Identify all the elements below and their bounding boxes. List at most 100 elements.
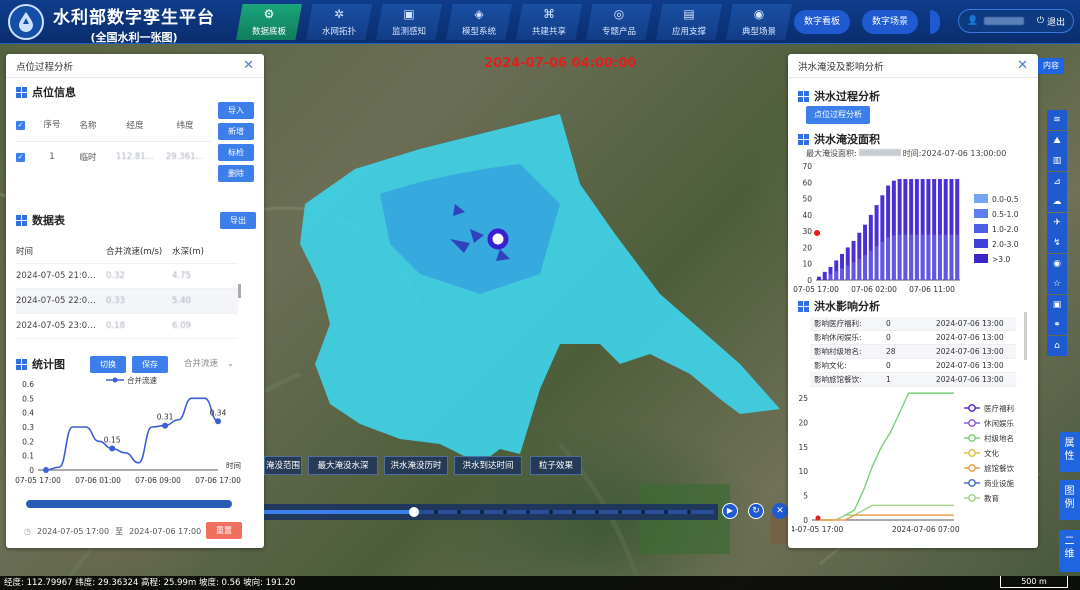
legend-tab[interactable]: 图例: [1059, 480, 1080, 520]
cell-v: 0.32: [106, 271, 125, 281]
section-icon: [798, 300, 809, 312]
nav-item-3[interactable]: ◈ 模型系统: [446, 4, 512, 40]
route-icon[interactable]: ↯: [1047, 233, 1067, 253]
nav-item-0[interactable]: ⚙ 数据底板: [236, 4, 302, 40]
table-row[interactable]: 2024-07-05 23:0… 0.18 6.09: [16, 314, 238, 339]
switch-button[interactable]: 切换: [90, 356, 126, 373]
impact-v: 0: [886, 319, 891, 328]
timeline-tick[interactable]: [572, 510, 576, 514]
terrain-icon[interactable]: ⛰: [1047, 130, 1067, 151]
layers-icon[interactable]: ≋: [1047, 110, 1067, 130]
data-point[interactable]: [162, 422, 169, 429]
impact-row: 影响旅馆餐饮: 1 2024-07-06 13:00: [810, 373, 1016, 387]
select-all-checkbox[interactable]: ✓: [16, 120, 25, 130]
refresh-icon[interactable]: ↻: [748, 503, 764, 519]
impact-row: 影响文化: 0 2024-07-06 13:00: [810, 359, 1016, 373]
close-icon[interactable]: ✕: [243, 58, 254, 73]
timeline-tick[interactable]: [480, 510, 484, 514]
plane-icon[interactable]: ✈: [1047, 212, 1067, 233]
map-btn-duration[interactable]: 洪水淹没历时: [384, 456, 448, 475]
2d-tab[interactable]: 二维: [1059, 530, 1080, 572]
delete-button[interactable]: 删除: [218, 165, 254, 182]
save-button[interactable]: 保存: [132, 356, 168, 373]
coords-readout: 经度: 112.79967 纬度: 29.36324 高程: 25.99m 坡度…: [4, 578, 296, 588]
row-checkbox[interactable]: ✓: [16, 153, 25, 162]
attribute-tab[interactable]: 属性: [1059, 432, 1080, 472]
area-bar-depth-segment: [949, 234, 954, 280]
col-lat: 纬度: [176, 120, 194, 131]
close-timeline-icon[interactable]: ✕: [772, 503, 788, 519]
eye-icon[interactable]: ◉: [1047, 253, 1067, 274]
range-slider[interactable]: [26, 500, 232, 508]
nav-item-4[interactable]: ⌘ 共建共享: [516, 4, 582, 40]
series-select[interactable]: 合并流速 ⌄: [174, 356, 240, 373]
timeline-tick[interactable]: [641, 510, 645, 514]
nav-item-2[interactable]: ▣ 监测感知: [376, 4, 442, 40]
data-point[interactable]: [109, 445, 116, 452]
compass-icon: ◎: [613, 7, 625, 21]
weather-icon[interactable]: ☁: [1047, 192, 1067, 212]
data-point[interactable]: [43, 467, 49, 473]
map-btn-arrival[interactable]: 洪水到达时间: [454, 456, 522, 475]
map-btn-particles[interactable]: 粒子效果: [530, 456, 582, 475]
point-process-button[interactable]: 点位过程分析: [806, 106, 870, 124]
timeline-handle[interactable]: [409, 507, 419, 517]
timeline[interactable]: [264, 504, 718, 520]
timeline-tick[interactable]: [526, 510, 530, 514]
timeline-tick[interactable]: [687, 510, 691, 514]
power-icon[interactable]: ⏻: [1037, 16, 1044, 26]
velocity-chart: 0 0.1 0.2 0.3 0.4 0.5 0.6 07-05 17:00 07-06 01:0…: [15, 375, 241, 485]
y-tick-label: 15: [798, 443, 808, 452]
map-btn-flood-extent[interactable]: 淹没范围: [264, 456, 302, 475]
data-point[interactable]: [215, 418, 221, 425]
export-button[interactable]: 导出: [220, 212, 256, 229]
area-bar[interactable]: [817, 276, 821, 280]
y-tick-label: 40: [802, 211, 812, 220]
nav-item-7[interactable]: ◉ 典型场景: [726, 4, 792, 40]
table-scrollbar[interactable]: [238, 284, 241, 298]
nav-item-6[interactable]: ▤ 应用支撑: [656, 4, 722, 40]
nav-item-5[interactable]: ◎ 专题产品: [586, 4, 652, 40]
y-tick-label: 0: [807, 276, 812, 285]
content-tab[interactable]: 内容: [1038, 58, 1064, 74]
impact-t: 2024-07-06 13:00: [936, 319, 1004, 328]
chart-icon[interactable]: ▥: [1047, 151, 1067, 171]
y-tick-label: 0: [29, 466, 34, 475]
map-btn-max-depth[interactable]: 最大淹没水深: [308, 456, 378, 475]
timeline-tick[interactable]: [618, 510, 622, 514]
impact-scrollbar[interactable]: [1024, 312, 1027, 360]
basket-icon[interactable]: ⌂: [1047, 335, 1067, 356]
timeline-tick[interactable]: [503, 510, 507, 514]
link-icon[interactable]: ⚭: [1047, 315, 1067, 335]
timeline-tick[interactable]: [595, 510, 599, 514]
camera-icon[interactable]: ▣: [1047, 294, 1067, 315]
star-icon[interactable]: ☆: [1047, 274, 1067, 294]
import-button[interactable]: 导入: [218, 102, 254, 119]
reset-button[interactable]: 重置: [206, 522, 242, 539]
table-row[interactable]: ✓ 1 临时 112.81… 29.361…: [16, 142, 211, 172]
mark-button[interactable]: 标检: [218, 144, 254, 161]
measure-icon[interactable]: ⊿: [1047, 171, 1067, 192]
timeline-tick[interactable]: [549, 510, 553, 514]
table-row[interactable]: 2024-07-05 22:0… 0.33 5.40: [16, 289, 238, 314]
nav-item-1[interactable]: ✲ 水网拓扑: [306, 4, 372, 40]
area-bar-depth-segment: [828, 274, 833, 280]
logout-button[interactable]: 退出: [1047, 15, 1065, 28]
add-button[interactable]: 新增: [218, 123, 254, 140]
timeline-tick[interactable]: [664, 510, 668, 514]
date-range-input[interactable]: ◷ 2024-07-05 17:00 至 2024-07-06 17:00: [24, 522, 202, 540]
col-velocity: 合并流速(m/s): [106, 246, 163, 257]
area-bar[interactable]: [822, 271, 827, 280]
timeline-tick[interactable]: [457, 510, 461, 514]
legend-dot: [968, 449, 976, 457]
timeline-tick[interactable]: [434, 510, 438, 514]
table-row[interactable]: 2024-07-05 21:0… 0.32 4.75: [16, 264, 238, 289]
close-icon[interactable]: ✕: [1017, 58, 1028, 73]
cell-d: 4.75: [172, 271, 191, 281]
left-panel-title: 点位过程分析: [16, 61, 74, 73]
digital-scene-button[interactable]: 数字场景: [862, 10, 919, 34]
user-box[interactable]: 👤 ⏻ 退出: [958, 9, 1074, 33]
play-icon[interactable]: ▶: [722, 503, 738, 519]
y-tick-label: 50: [802, 195, 812, 204]
digital-dashboard-button[interactable]: 数字看板: [794, 10, 851, 34]
